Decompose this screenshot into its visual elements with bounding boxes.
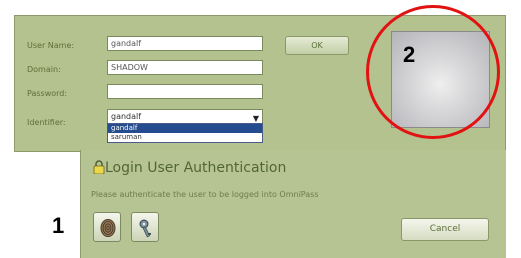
fingerprint-icon (100, 219, 116, 237)
key-icon (139, 219, 151, 238)
cancel-button[interactable]: Cancel (401, 218, 489, 241)
dropdown-option[interactable]: gandalf (108, 124, 262, 133)
annotation-number-1: 1 (52, 213, 65, 238)
password-label: Password: (27, 89, 68, 98)
biometric-image-panel (371, 15, 506, 152)
username-field[interactable]: gandalf (107, 36, 263, 51)
identifier-select[interactable]: gandalf ▼ (107, 109, 263, 124)
domain-label: Domain: (27, 65, 61, 74)
dialog-title: Login User Authentication (105, 160, 287, 176)
identifier-label: Identifier: (27, 118, 66, 127)
dropdown-option[interactable]: saruman (108, 133, 262, 142)
ok-button[interactable]: OK (285, 36, 349, 55)
dialog-message: Please authenticate the user to be logge… (91, 190, 319, 199)
identifier-select-value: gandalf (111, 112, 142, 121)
domain-field[interactable]: SHADOW (107, 60, 263, 75)
identifier-dropdown-list: gandalf saruman (107, 123, 263, 143)
fingerprint-button[interactable] (93, 212, 121, 242)
password-field[interactable] (107, 84, 263, 99)
authentication-dialog: Login User Authentication Please authent… (80, 150, 506, 258)
annotation-number-2: 2 (403, 42, 416, 67)
key-button[interactable] (131, 212, 159, 242)
username-label: User Name: (27, 41, 75, 50)
lock-icon (93, 160, 105, 174)
login-panel: User Name: gandalf Domain: SHADOW Passwo… (14, 15, 373, 152)
